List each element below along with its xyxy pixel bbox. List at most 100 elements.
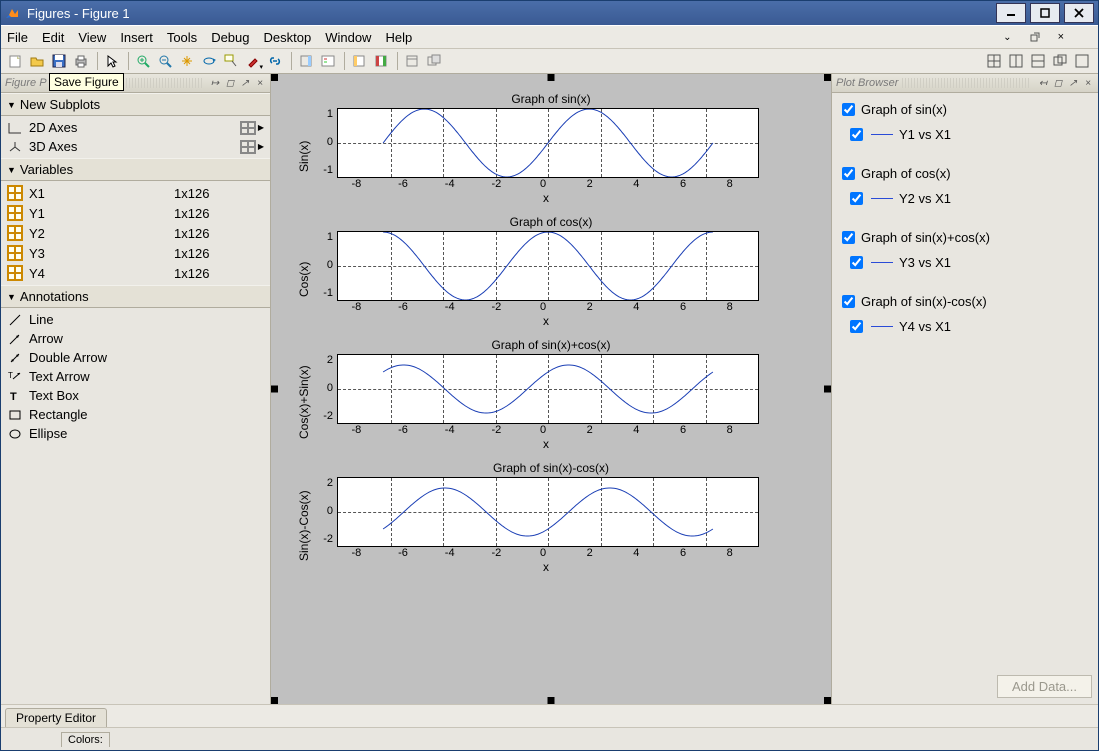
menu-insert[interactable]: Insert — [120, 30, 153, 45]
grid-icon[interactable] — [240, 121, 256, 135]
annotations-section-head[interactable]: ▼Annotations — [1, 285, 270, 308]
panel-dock-icon[interactable]: ↦ — [209, 77, 221, 89]
datacursor-button[interactable] — [221, 51, 241, 71]
pb-series-checkbox[interactable] — [850, 192, 863, 205]
close-button[interactable] — [1064, 3, 1094, 23]
tile-quad-button[interactable] — [984, 51, 1004, 71]
variable-row[interactable]: Y4 1x126 — [1, 263, 270, 283]
rotate3d-button[interactable] — [199, 51, 219, 71]
pb-axes-item[interactable]: Graph of sin(x)+cos(x) — [832, 225, 1098, 250]
annotation-item[interactable]: Arrow — [1, 329, 270, 348]
axes[interactable] — [337, 108, 759, 178]
pb-axes-checkbox[interactable] — [842, 295, 855, 308]
subplot[interactable]: Graph of sin(x)-cos(x) Sin(x)-Cos(x) 20-… — [295, 461, 807, 574]
dock-maximize-button[interactable] — [402, 51, 422, 71]
minimize-button[interactable] — [996, 3, 1026, 23]
panel-undock-icon[interactable] — [1030, 30, 1040, 45]
annotation-item[interactable]: TText Box — [1, 386, 270, 405]
print-button[interactable] — [71, 51, 91, 71]
grid-icon[interactable] — [240, 140, 256, 154]
menu-tools[interactable]: Tools — [167, 30, 197, 45]
hide-tools-button[interactable] — [349, 51, 369, 71]
annotation-item[interactable]: Double Arrow — [1, 348, 270, 367]
panel-close-icon[interactable]: × — [1058, 31, 1064, 43]
tile-max-button[interactable] — [1072, 51, 1092, 71]
pb-axes-checkbox[interactable] — [842, 103, 855, 116]
panel-close2-icon[interactable]: × — [254, 77, 266, 89]
menu-help[interactable]: Help — [385, 30, 412, 45]
axes[interactable] — [337, 231, 759, 301]
axes2d-icon — [7, 121, 23, 135]
tile-float-button[interactable] — [1050, 51, 1070, 71]
zoom-in-button[interactable] — [133, 51, 153, 71]
annotation-item[interactable]: Line — [1, 310, 270, 329]
property-editor-tab[interactable]: Property Editor — [5, 708, 107, 727]
pb-axes-item[interactable]: Graph of sin(x)-cos(x) — [832, 289, 1098, 314]
menu-debug[interactable]: Debug — [211, 30, 249, 45]
x-ticks: -8-6-4-202468 — [333, 178, 753, 190]
axes-3d-item[interactable]: 3D Axes ▶ — [1, 137, 270, 156]
pb-series-item[interactable]: Y3 vs X1 — [832, 250, 1098, 275]
pointer-button[interactable] — [102, 51, 122, 71]
annotation-item[interactable]: Rectangle — [1, 405, 270, 424]
new-figure-button[interactable] — [5, 51, 25, 71]
menu-edit[interactable]: Edit — [42, 30, 64, 45]
axes-2d-item[interactable]: 2D Axes ▶ — [1, 118, 270, 137]
menu-file[interactable]: File — [7, 30, 28, 45]
pb-series-checkbox[interactable] — [850, 128, 863, 141]
tile-top-bottom-button[interactable] — [1028, 51, 1048, 71]
subplot[interactable]: Graph of sin(x)+cos(x) Cos(x)+Sin(x) 20-… — [295, 338, 807, 451]
colorbar-button[interactable] — [296, 51, 316, 71]
subplot[interactable]: Graph of sin(x) Sin(x) 10-1 -8-6-4-20246… — [295, 92, 807, 205]
subplot[interactable]: Graph of cos(x) Cos(x) 10-1 -8-6-4-20246… — [295, 215, 807, 328]
zoom-out-button[interactable] — [155, 51, 175, 71]
pan-button[interactable] — [177, 51, 197, 71]
variables-section-head[interactable]: ▼Variables — [1, 158, 270, 181]
variable-row[interactable]: Y1 1x126 — [1, 203, 270, 223]
app-window: Figures - Figure 1 File Edit View Insert… — [0, 0, 1099, 751]
panel-undock2-icon[interactable]: ↗ — [239, 77, 251, 89]
link-button[interactable] — [265, 51, 285, 71]
pb-axes-checkbox[interactable] — [842, 231, 855, 244]
show-tools-button[interactable] — [371, 51, 391, 71]
pb-series-checkbox[interactable] — [850, 320, 863, 333]
pb-series-checkbox[interactable] — [850, 256, 863, 269]
panel-restore-icon[interactable]: ◻ — [1052, 77, 1064, 89]
annotation-item[interactable]: Ellipse — [1, 424, 270, 443]
menu-window[interactable]: Window — [325, 30, 371, 45]
pb-axes-checkbox[interactable] — [842, 167, 855, 180]
variable-size: 1x126 — [174, 266, 264, 281]
dock-dropdown-icon[interactable]: ⌄ — [1003, 32, 1011, 43]
x-axis-label: x — [333, 191, 759, 205]
variable-name: Y1 — [29, 206, 174, 221]
pb-series-item[interactable]: Y2 vs X1 — [832, 186, 1098, 211]
legend-button[interactable] — [318, 51, 338, 71]
pb-series-item[interactable]: Y4 vs X1 — [832, 314, 1098, 339]
annotation-item[interactable]: TText Arrow — [1, 367, 270, 386]
maximize-button[interactable] — [1030, 3, 1060, 23]
menu-desktop[interactable]: Desktop — [264, 30, 312, 45]
brush-button[interactable]: ▾ — [243, 51, 263, 71]
open-button[interactable] — [27, 51, 47, 71]
figure-palette-title: Figure P — [5, 77, 47, 89]
pb-axes-item[interactable]: Graph of sin(x) — [832, 97, 1098, 122]
add-data-button[interactable]: Add Data... — [997, 675, 1092, 698]
figure-canvas[interactable]: Graph of sin(x) Sin(x) 10-1 -8-6-4-20246… — [271, 74, 831, 704]
tile-left-right-button[interactable] — [1006, 51, 1026, 71]
save-button[interactable]: Save Figure — [49, 51, 69, 71]
panel-close2-icon[interactable]: × — [1082, 77, 1094, 89]
variable-row[interactable]: X1 1x126 — [1, 183, 270, 203]
panel-undock2-icon[interactable]: ↗ — [1067, 77, 1079, 89]
axes[interactable] — [337, 477, 759, 547]
panel-dock-icon[interactable]: ↤ — [1037, 77, 1049, 89]
line-sample-icon — [871, 262, 893, 263]
menu-view[interactable]: View — [78, 30, 106, 45]
subplots-section-head[interactable]: ▼New Subplots — [1, 93, 270, 116]
panel-restore-icon[interactable]: ◻ — [224, 77, 236, 89]
pb-series-item[interactable]: Y1 vs X1 — [832, 122, 1098, 147]
pb-axes-item[interactable]: Graph of cos(x) — [832, 161, 1098, 186]
variable-row[interactable]: Y3 1x126 — [1, 243, 270, 263]
dock-float-button[interactable] — [424, 51, 444, 71]
variable-row[interactable]: Y2 1x126 — [1, 223, 270, 243]
axes[interactable] — [337, 354, 759, 424]
